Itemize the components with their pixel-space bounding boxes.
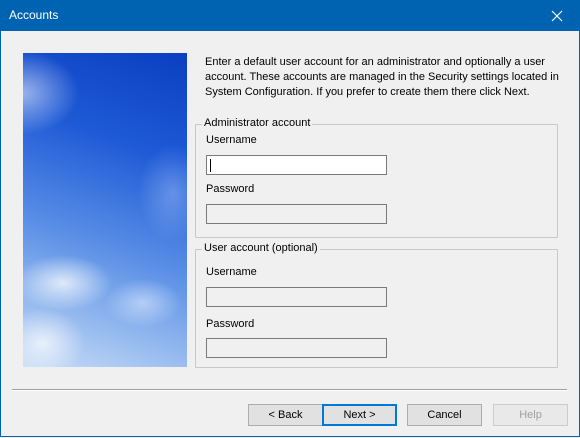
user-account-legend: User account (optional) xyxy=(202,242,320,254)
user-username-field[interactable] xyxy=(206,287,387,307)
help-button[interactable]: Help xyxy=(493,404,568,426)
user-username-label: Username xyxy=(206,266,257,278)
divider xyxy=(12,389,567,391)
user-password-field[interactable] xyxy=(206,338,387,358)
cancel-button[interactable]: Cancel xyxy=(407,404,482,426)
admin-password-field[interactable] xyxy=(206,204,387,224)
admin-username-label: Username xyxy=(206,134,257,146)
close-icon xyxy=(551,10,563,21)
back-button[interactable]: < Back xyxy=(248,404,323,426)
administrator-account-group: Administrator account Username Password xyxy=(195,117,558,238)
admin-username-field[interactable] xyxy=(206,155,387,175)
window-title: Accounts xyxy=(9,8,59,22)
text-caret xyxy=(210,159,211,172)
user-account-group: User account (optional) Username Passwor… xyxy=(195,242,558,368)
next-button[interactable]: Next > xyxy=(322,404,397,426)
sky-banner-image xyxy=(23,53,187,367)
admin-password-label: Password xyxy=(206,183,255,195)
intro-text: Enter a default user account for an admi… xyxy=(205,56,559,98)
close-button[interactable] xyxy=(534,0,580,31)
user-password-label: Password xyxy=(206,318,255,330)
title-bar: Accounts xyxy=(0,0,580,31)
administrator-account-legend: Administrator account xyxy=(202,117,313,129)
